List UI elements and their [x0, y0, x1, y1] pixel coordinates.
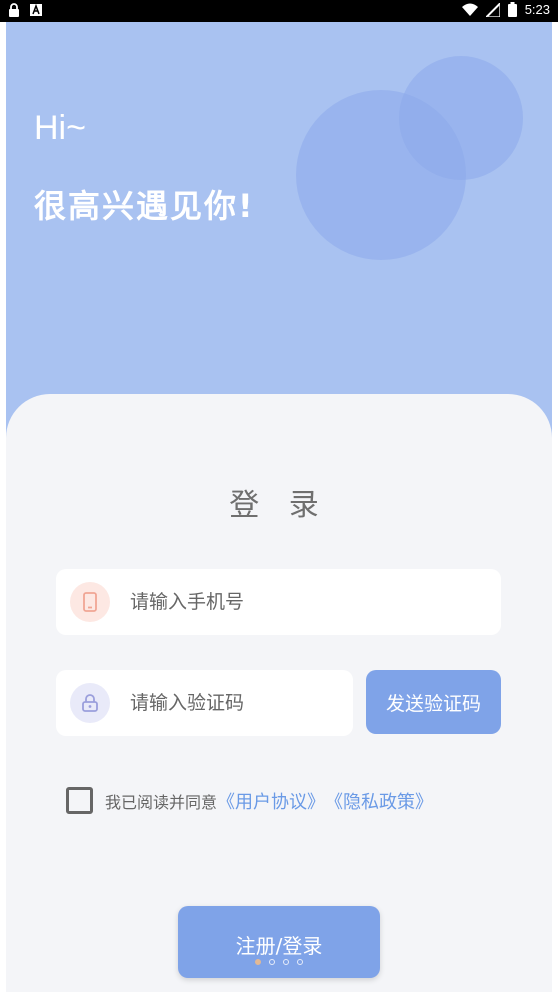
greeting: Hi~	[34, 109, 86, 147]
status-right: 5:23	[461, 2, 550, 17]
lock-icon	[9, 3, 19, 17]
dot	[283, 959, 289, 965]
padlock-icon	[70, 683, 110, 723]
login-title: 登 录	[229, 488, 329, 523]
loading-dots	[255, 959, 303, 965]
privacy-policy-link[interactable]: 《隐私政策》	[325, 788, 433, 814]
signal-icon	[485, 2, 500, 17]
agreement-text: 我已阅读并同意	[105, 792, 218, 812]
dot	[255, 959, 261, 965]
hero-banner: Hi~ 很高兴遇见你!	[6, 22, 552, 442]
phone-input[interactable]	[130, 587, 360, 617]
code-field[interactable]	[56, 670, 360, 736]
register-login-label: 注册/登录	[235, 934, 323, 958]
agreement-checkbox[interactable]	[66, 787, 93, 814]
wifi-icon	[461, 3, 478, 16]
user-agreement-link[interactable]: 《用户协议》	[217, 788, 325, 814]
register-login-button[interactable]: 注册/登录	[178, 906, 380, 978]
decor-circle-small	[399, 56, 523, 180]
status-left	[8, 3, 42, 17]
welcome-subtitle: 很高兴遇见你!	[34, 187, 255, 225]
dot	[297, 959, 303, 965]
battery-icon	[507, 2, 517, 17]
status-bar: 5:23	[0, 0, 558, 22]
dot	[269, 959, 275, 965]
send-code-button[interactable]: 发送验证码	[366, 670, 501, 734]
agreement-row: 我已阅读并同意 《用户协议》 《隐私政策》	[66, 787, 433, 814]
login-card: 登 录 发送验证码 我已阅读并同意 《用户协议》 《隐私政策》 注册/登录	[6, 394, 552, 992]
phone-field[interactable]	[56, 569, 501, 635]
font-a-icon	[30, 4, 42, 16]
status-time: 5:23	[524, 2, 550, 17]
phone-icon	[70, 582, 110, 622]
code-input[interactable]	[130, 688, 360, 718]
